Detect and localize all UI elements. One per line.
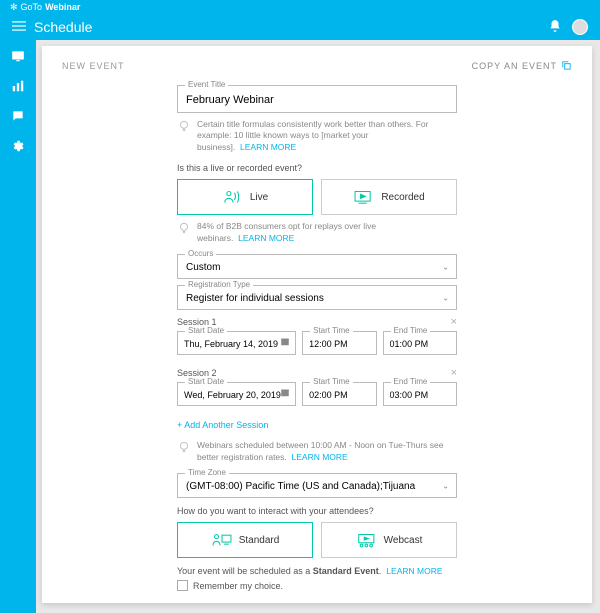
top-brand-bar: ✻ GoToWebinar (0, 0, 600, 14)
calendar-icon[interactable] (280, 337, 290, 350)
session-1-end-label: End Time (391, 326, 431, 335)
lightbulb-icon (177, 119, 191, 136)
person-live-icon (222, 187, 244, 207)
standard-label: Standard (239, 535, 280, 546)
live-recorded-choice: Live Recorded (177, 179, 457, 215)
sidebar-item-analytics[interactable] (10, 78, 26, 94)
schedule-tip: Webinars scheduled between 10:00 AM - No… (177, 440, 457, 463)
event-title-field: Event Title (177, 85, 457, 113)
sidebar-item-monitor[interactable] (10, 48, 26, 64)
replay-tip: 84% of B2B consumers opt for replays ove… (177, 221, 457, 244)
copy-event-label: COPY AN EVENT (472, 61, 557, 71)
live-option[interactable]: Live (177, 179, 313, 215)
registration-type-field: Registration Type ⌄ (177, 285, 457, 310)
timezone-label: Time Zone (185, 468, 229, 477)
recorded-label: Recorded (381, 192, 424, 203)
remember-label: Remember my choice. (193, 581, 283, 591)
live-recorded-question: Is this a live or recorded event? (177, 163, 457, 173)
page-header: Schedule (0, 14, 600, 40)
content-area: NEW EVENT COPY AN EVENT Event Title Cert… (36, 40, 600, 613)
sidebar-item-settings[interactable] (10, 138, 26, 154)
add-session-link[interactable]: + Add Another Session (177, 420, 268, 430)
user-avatar[interactable] (572, 19, 588, 35)
occurs-field: Occurs ⌄ (177, 254, 457, 279)
session-2-row: Start Date Start Time End Time (177, 382, 457, 412)
app-root: ✻ GoToWebinar Schedule NE (0, 0, 600, 613)
title-tip-text: Certain title formulas consistently work… (197, 119, 428, 152)
body: NEW EVENT COPY AN EVENT Event Title Cert… (0, 40, 600, 613)
copy-icon (561, 60, 572, 71)
schedule-form: Event Title Certain title formulas consi… (177, 85, 457, 603)
event-footnote: Your event will be scheduled as a Standa… (177, 566, 457, 576)
hamburger-icon[interactable] (12, 19, 26, 36)
sidebar-item-chat[interactable] (10, 108, 26, 124)
logo-icon: ✻ (10, 2, 18, 13)
session-2-start-label: Start Time (310, 377, 352, 386)
session-2-remove[interactable]: × (451, 367, 457, 379)
brand-product: Webinar (45, 2, 80, 12)
learn-more-link[interactable]: LEARN MORE (386, 566, 442, 576)
lightbulb-icon (177, 221, 191, 238)
occurs-select[interactable] (177, 254, 457, 279)
lightbulb-icon (177, 440, 191, 457)
page-title: Schedule (34, 19, 92, 35)
session-1-start-label: Start Time (310, 326, 352, 335)
session-2-end-label: End Time (391, 377, 431, 386)
recorded-option[interactable]: Recorded (321, 179, 457, 215)
new-event-label: NEW EVENT (62, 61, 125, 71)
registration-type-label: Registration Type (185, 280, 253, 289)
webcast-option[interactable]: Webcast (321, 522, 457, 558)
webcast-icon (356, 530, 378, 550)
schedule-card: NEW EVENT COPY AN EVENT Event Title Cert… (42, 46, 592, 603)
brand-logo: ✻ GoToWebinar (10, 2, 80, 13)
bell-icon[interactable] (548, 19, 562, 36)
event-title-input[interactable] (177, 85, 457, 113)
brand-company: GoTo (21, 2, 43, 12)
session-1-remove[interactable]: × (451, 316, 457, 328)
timezone-field: Time Zone ⌄ (177, 473, 457, 498)
occurs-label: Occurs (185, 249, 216, 258)
footnote-prefix: Your event will be scheduled as a (177, 566, 313, 576)
interact-choice: Standard Webcast (177, 522, 457, 558)
session-1-row: Start Date Start Time End Time (177, 331, 457, 361)
standard-option[interactable]: Standard (177, 522, 313, 558)
live-label: Live (250, 192, 268, 203)
learn-more-link[interactable]: LEARN MORE (240, 142, 296, 152)
session-1-date-label: Start Date (185, 326, 227, 335)
footnote-bold: Standard Event (313, 566, 379, 576)
learn-more-link[interactable]: LEARN MORE (292, 452, 348, 462)
learn-more-link[interactable]: LEARN MORE (238, 233, 294, 243)
calendar-icon[interactable] (280, 388, 290, 401)
copy-event-button[interactable]: COPY AN EVENT (472, 60, 572, 71)
webcast-label: Webcast (384, 535, 423, 546)
sidebar (0, 40, 36, 613)
interact-question: How do you want to interact with your at… (177, 506, 457, 516)
remember-choice-row: Remember my choice. (177, 580, 457, 591)
event-title-label: Event Title (185, 80, 228, 89)
title-tip: Certain title formulas consistently work… (177, 119, 457, 153)
standard-icon (211, 530, 233, 550)
remember-checkbox[interactable] (177, 580, 188, 591)
session-2-date-label: Start Date (185, 377, 227, 386)
recorded-icon (353, 187, 375, 207)
